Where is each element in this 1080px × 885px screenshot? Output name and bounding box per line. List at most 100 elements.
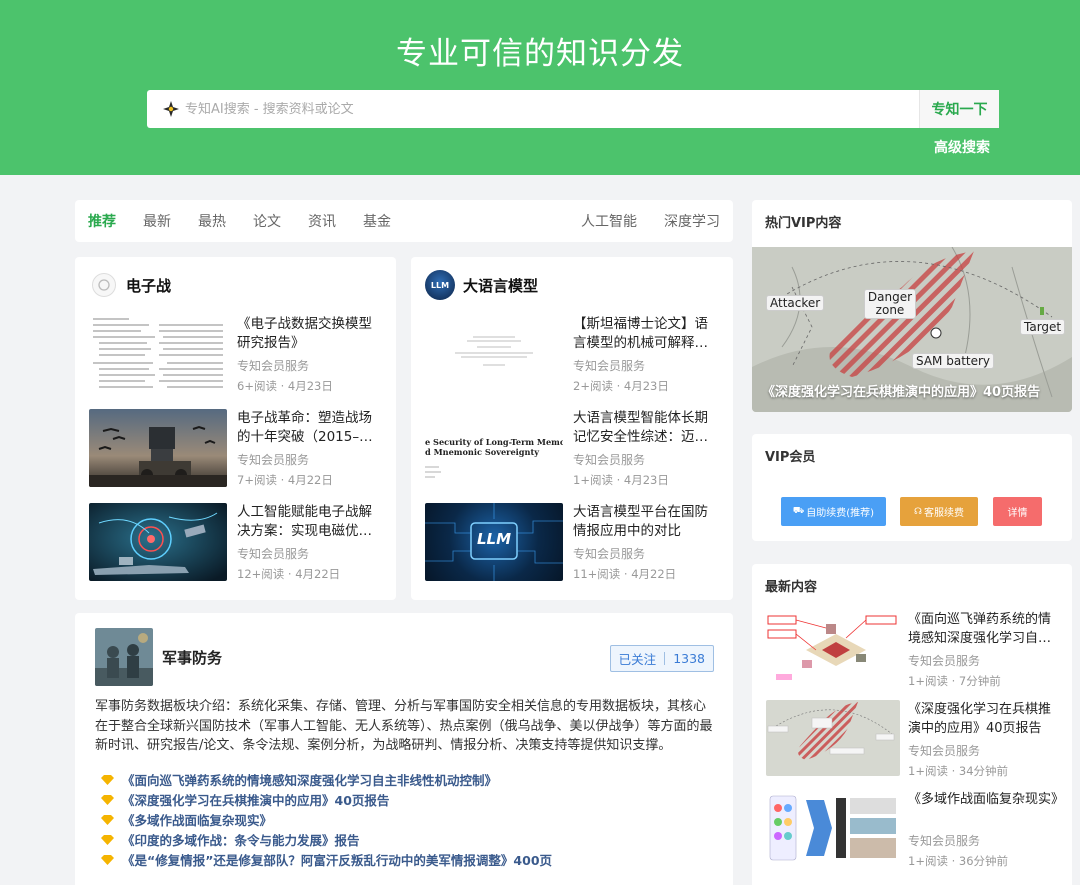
item-title[interactable]: 电子战革命：塑造战场的十年突破（2015–… xyxy=(237,409,382,447)
item-source: 专知会员服务 xyxy=(237,359,310,373)
hero-title: 专业可信的知识分发 xyxy=(396,36,684,72)
tab-hottest[interactable]: 最热 xyxy=(198,211,226,231)
hot-vip-card: 热门VIP内容 Attacker Danger zone Target SAM … xyxy=(752,200,1072,412)
cyber-warship-thumbnail xyxy=(89,503,227,581)
tab-funds[interactable]: 基金 xyxy=(363,211,391,231)
topic-card-llm: LLM 大语言模型 【斯坦福博士论文】语言模型的机械可解释… 专知会员服务 2+… xyxy=(411,257,733,600)
topic-header[interactable]: LLM 大语言模型 xyxy=(425,270,719,300)
list-item[interactable]: e Security of Long-Term Memory d Mnemoni… xyxy=(425,409,719,487)
item-title[interactable]: 《多域作战面临复杂现实》 xyxy=(908,790,1062,828)
list-item[interactable]: 《多域作战面临复杂现实》 专知会员服务 1+阅读 · 36分钟前 xyxy=(766,790,1062,868)
tab-news[interactable]: 资讯 xyxy=(308,211,336,231)
search-button[interactable]: 专知一下 xyxy=(919,90,999,128)
diamond-icon xyxy=(101,814,114,825)
item-meta: 2+阅读 · 4月23日 xyxy=(573,379,669,393)
wargame-map-thumbnail xyxy=(766,700,900,776)
defense-link[interactable]: 《多域作战面临复杂现实》 xyxy=(95,810,713,830)
item-title[interactable]: 《电子战数据交换模型研究报告》 xyxy=(237,315,382,353)
item-source: 专知会员服务 xyxy=(573,547,646,561)
renew-service-button[interactable]: ☊ 客服续费 xyxy=(900,497,978,526)
radar-drones-thumbnail xyxy=(89,409,227,487)
topic-title: 大语言模型 xyxy=(463,276,539,295)
hot-vip-image[interactable]: Attacker Danger zone Target SAM battery … xyxy=(752,247,1072,412)
list-item[interactable]: 电子战革命：塑造战场的十年突破（2015–… 专知会员服务 7+阅读 · 4月2… xyxy=(89,409,382,487)
category-tabs: 推荐 最新 最热 论文 资讯 基金 人工智能 深度学习 xyxy=(75,200,733,242)
thesis-thumbnail xyxy=(425,315,563,393)
defense-link-text[interactable]: 《印度的多域作战：条令与能力发展》报告 xyxy=(122,830,360,849)
hero-banner: 专业可信的知识分发 专知一下 高级搜索 xyxy=(0,0,1080,175)
item-title[interactable]: 《面向巡飞弹药系统的情境感知深度强化学习自… xyxy=(908,610,1062,648)
paper-title-thumbnail: e Security of Long-Term Memory d Mnemoni… xyxy=(425,409,563,487)
renew-service-label: 客服续费 xyxy=(924,508,964,519)
diamond-icon xyxy=(101,834,114,845)
tab-papers[interactable]: 论文 xyxy=(253,211,281,231)
tab-deep-learning[interactable]: 深度学习 xyxy=(664,211,720,231)
latest-title: 最新内容 xyxy=(765,580,818,595)
tab-ai[interactable]: 人工智能 xyxy=(581,211,637,231)
defense-link[interactable]: 《深度强化学习在兵棋推演中的应用》40页报告 xyxy=(95,790,713,810)
map-label-danger: Danger zone xyxy=(864,289,916,319)
item-title[interactable]: 大语言模型智能体长期记忆安全性综述：迈… xyxy=(573,409,719,447)
list-item[interactable]: 《面向巡飞弹药系统的情境感知深度强化学习自… 专知会员服务 1+阅读 · 7分钟… xyxy=(766,610,1062,688)
defense-link-text[interactable]: 《多域作战面临复杂现实》 xyxy=(122,810,272,829)
list-item[interactable]: 《电子战数据交换模型研究报告》 专知会员服务 6+阅读 · 4月23日 xyxy=(89,315,382,393)
item-source: 专知会员服务 xyxy=(908,744,981,758)
document-thumbnail xyxy=(89,315,227,393)
item-source: 专知会员服务 xyxy=(573,453,646,467)
defense-link-text[interactable]: 《深度强化学习在兵棋推演中的应用》40页报告 xyxy=(122,790,389,809)
item-meta: 1+阅读 · 4月23日 xyxy=(573,473,669,487)
list-item[interactable]: 【斯坦福博士论文】语言模型的机械可解释… 专知会员服务 2+阅读 · 4月23日 xyxy=(425,315,719,393)
multidomain-diagram-thumbnail xyxy=(766,790,900,866)
defense-link[interactable]: 《是“修复情报”还是修复部队？阿富汗反叛乱行动中的美军情报调整》400页 xyxy=(95,850,713,870)
topic-card-electronic-warfare: 电子战 《电子战数据交换模型研究报告》 专知会员服务 6+阅读 · 4月23日 … xyxy=(75,257,396,600)
tab-latest[interactable]: 最新 xyxy=(143,211,171,231)
llm-chip-thumbnail: LLM xyxy=(425,503,563,581)
ai-sparkle-icon xyxy=(163,101,179,117)
item-source: 专知会员服务 xyxy=(908,834,981,848)
tab-recommend[interactable]: 推荐 xyxy=(88,211,116,231)
defense-link-text[interactable]: 《面向巡飞弹药系统的情境感知深度强化学习自主非线性机动控制》 xyxy=(122,770,497,789)
renew-self-label: 自助续费(推荐) xyxy=(806,508,875,519)
defense-link[interactable]: 《面向巡飞弹药系统的情境感知深度强化学习自主非线性机动控制》 xyxy=(95,770,713,790)
item-title[interactable]: 《深度强化学习在兵棋推演中的应用》40页报告 xyxy=(908,700,1062,738)
search-input[interactable] xyxy=(185,101,919,117)
item-meta: 7+阅读 · 4月22日 xyxy=(237,473,333,487)
topic-title: 电子战 xyxy=(126,276,172,295)
follow-label: 已关注 xyxy=(618,652,657,667)
search-bar: 专知一下 xyxy=(147,90,999,128)
list-item[interactable]: LLM 大语言模型平台在国防情报应用中的对比 专知会员服务 11+阅读 · 4月… xyxy=(425,503,719,581)
diamond-icon xyxy=(101,794,114,805)
item-title[interactable]: 人工智能赋能电子战解决方案：实现电磁优… xyxy=(237,503,382,541)
defense-link[interactable]: 《印度的多域作战：条令与能力发展》报告 xyxy=(95,830,713,850)
advanced-search-link[interactable]: 高级搜索 xyxy=(934,137,990,157)
map-label-sam: SAM battery xyxy=(912,353,995,369)
vip-detail-button[interactable]: 详情 xyxy=(993,497,1042,526)
list-item[interactable]: 人工智能赋能电子战解决方案：实现电磁优… 专知会员服务 12+阅读 · 4月22… xyxy=(89,503,382,581)
item-source: 专知会员服务 xyxy=(908,654,981,668)
item-title[interactable]: 大语言模型平台在国防情报应用中的对比 xyxy=(573,503,719,541)
chip-label: LLM xyxy=(476,530,512,548)
defense-link-text[interactable]: 《是“修复情报”还是修复部队？阿富汗反叛乱行动中的美军情报调整》400页 xyxy=(122,850,552,869)
list-item[interactable]: 《深度强化学习在兵棋推演中的应用》40页报告 专知会员服务 1+阅读 · 34分… xyxy=(766,700,1062,778)
item-source: 专知会员服务 xyxy=(237,547,310,561)
item-meta: 12+阅读 · 4月22日 xyxy=(237,567,341,581)
munition-diagram-thumbnail xyxy=(766,610,900,686)
topic-icon xyxy=(92,273,116,297)
vip-member-card: VIP会员 ⛟ 自助续费(推荐) ☊ 客服续费 详情 xyxy=(752,434,1072,541)
vip-member-title: VIP会员 xyxy=(765,450,816,465)
map-label-target: Target xyxy=(1020,319,1066,335)
hot-vip-caption[interactable]: 《深度强化学习在兵棋推演中的应用》40页报告 xyxy=(762,381,1040,400)
item-source: 专知会员服务 xyxy=(237,453,310,467)
defense-avatar[interactable] xyxy=(95,628,153,686)
topic-header[interactable]: 电子战 xyxy=(89,273,382,297)
defense-link-list: 《面向巡飞弹药系统的情境感知深度强化学习自主非线性机动控制》 《深度强化学习在兵… xyxy=(95,770,713,870)
item-title[interactable]: 【斯坦福博士论文】语言模型的机械可解释… xyxy=(573,315,719,353)
follow-button[interactable]: 已关注 1338 xyxy=(609,645,714,672)
diamond-icon xyxy=(101,854,114,865)
item-meta: 11+阅读 · 4月22日 xyxy=(573,567,677,581)
cart-icon: ⛟ xyxy=(792,506,805,516)
diamond-icon xyxy=(101,774,114,785)
defense-section-card: 军事防务 已关注 1338 军事防务数据板块介绍：系统化采集、存储、管理、分析与… xyxy=(75,613,733,885)
headset-icon: ☊ xyxy=(914,506,922,517)
renew-self-button[interactable]: ⛟ 自助续费(推荐) xyxy=(781,497,886,526)
